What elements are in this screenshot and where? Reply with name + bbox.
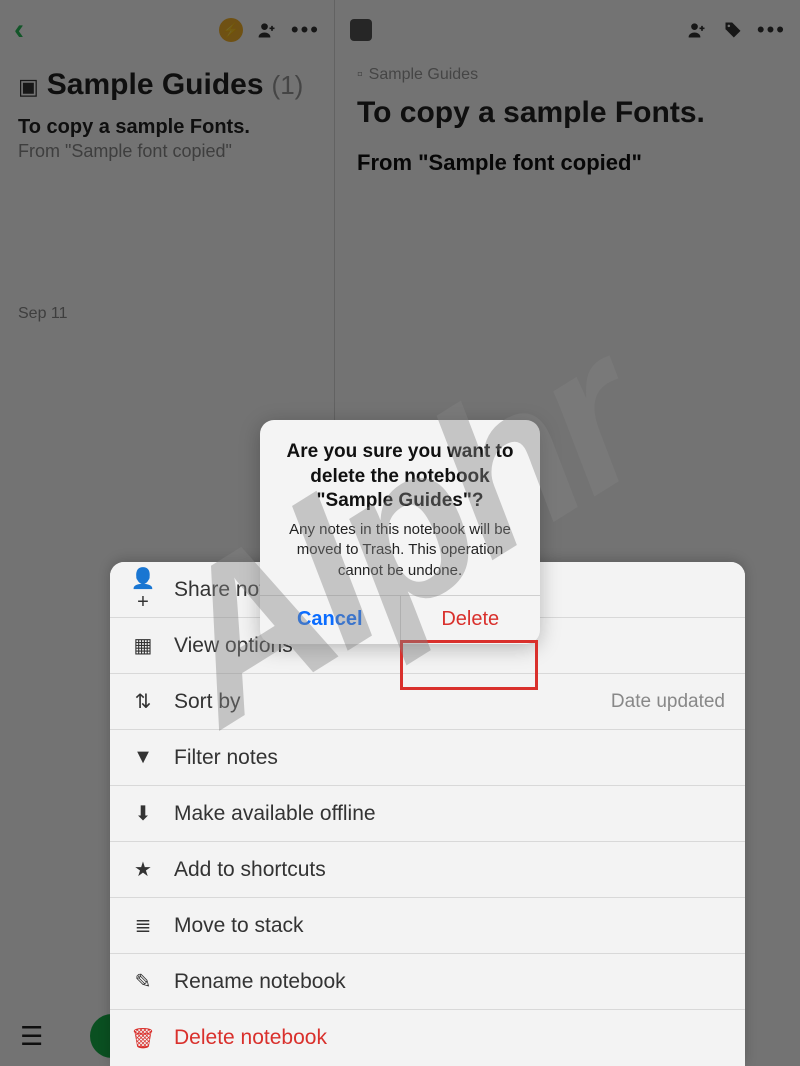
dialog-message: Any notes in this notebook will be moved… (276, 520, 524, 581)
menu-item-label: Move to stack (174, 914, 304, 938)
menu-item-label: Make available offline (174, 802, 376, 826)
star-icon: ★ (130, 857, 156, 882)
delete-confirm-dialog: Are you sure you want to delete the note… (260, 420, 540, 644)
download-icon: ⬇ (130, 801, 156, 826)
menu-item-label: Delete notebook (174, 1026, 327, 1050)
delete-button[interactable]: Delete (401, 596, 541, 644)
menu-item-label: Sort by (174, 690, 241, 714)
trash-icon: 🗑 (130, 1026, 156, 1051)
menu-item-star[interactable]: ★ Add to shortcuts (110, 842, 745, 898)
cancel-button[interactable]: Cancel (260, 596, 401, 644)
menu-item-download[interactable]: ⬇ Make available offline (110, 786, 745, 842)
menu-item-filter[interactable]: ▼ Filter notes (110, 730, 745, 786)
filter-icon: ▼ (130, 746, 156, 769)
dialog-button-row: Cancel Delete (260, 595, 540, 644)
menu-item-pencil[interactable]: ✎ Rename notebook (110, 954, 745, 1010)
dialog-title: Are you sure you want to delete the note… (276, 440, 524, 514)
sort-icon: ⇅ (130, 689, 156, 714)
stack-icon: ≣ (130, 913, 156, 938)
menu-item-trail: Date updated (611, 691, 725, 713)
menu-item-label: Add to shortcuts (174, 858, 326, 882)
grid-icon: ▦ (130, 633, 156, 658)
menu-item-label: Filter notes (174, 746, 278, 770)
pencil-icon: ✎ (130, 969, 156, 994)
share-icon: 👤+ (130, 566, 156, 614)
menu-item-trash[interactable]: 🗑 Delete notebook (110, 1010, 745, 1066)
menu-item-stack[interactable]: ≣ Move to stack (110, 898, 745, 954)
menu-item-label: Rename notebook (174, 970, 346, 994)
menu-item-sort[interactable]: ⇅ Sort by Date updated (110, 674, 745, 730)
